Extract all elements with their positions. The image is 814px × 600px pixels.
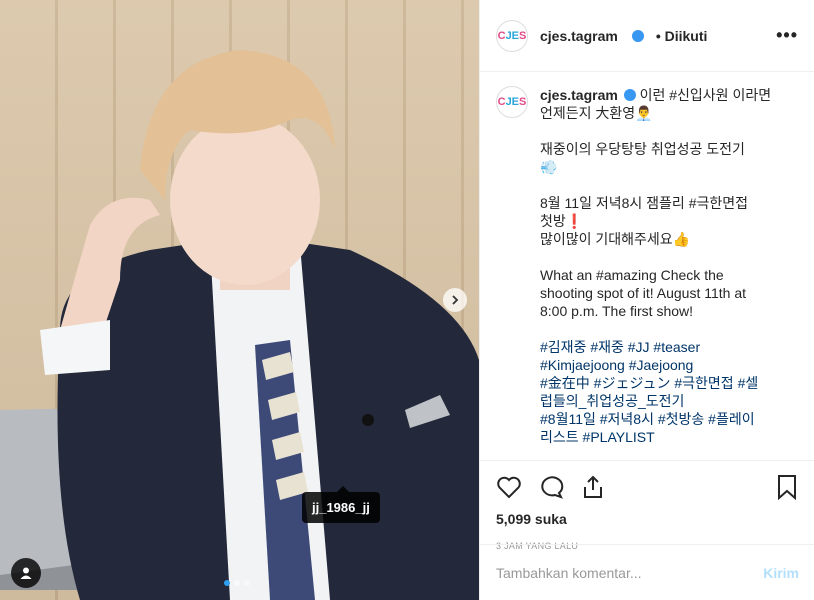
bookmark-icon[interactable] xyxy=(776,474,798,500)
post-photo[interactable]: jj_1986_jj xyxy=(0,0,479,600)
comment-icon[interactable] xyxy=(538,475,564,499)
hashtag-line[interactable]: #김재중 #재중 #JJ #teaser xyxy=(540,339,700,355)
more-options-button[interactable]: ••• xyxy=(776,25,798,46)
caption-line: 이런 #신입사원 이라면 xyxy=(639,87,772,103)
caption-avatar[interactable]: C JE S xyxy=(496,86,528,118)
verified-badge-icon xyxy=(631,29,644,42)
heart-icon[interactable] xyxy=(496,475,522,499)
verified-badge-icon xyxy=(623,89,636,101)
caption-line: 8월 11일 저녁8시 잼플리 #극한면접 xyxy=(540,195,749,211)
carousel-dot xyxy=(244,580,250,586)
person-illustration xyxy=(0,50,479,600)
username[interactable]: cjes.tagram xyxy=(540,28,618,44)
likes-count[interactable]: 5,099 suka xyxy=(496,511,798,527)
caption-line: 💨 xyxy=(540,159,558,175)
comment-box: Tambahkan komentar... Kirim xyxy=(480,544,814,600)
chevron-right-icon xyxy=(452,295,459,305)
caption-text: cjes.tagram 이런 #신입사원 이라면 언제든지 大환영👨‍💼 재중이… xyxy=(540,86,775,460)
user-tag[interactable]: jj_1986_jj xyxy=(302,486,380,523)
follow-status: • Diikuti xyxy=(655,27,708,44)
caption-line: 많이많이 기대해주세요👍 xyxy=(540,231,691,247)
caption-line: 8:00 p.m. The first show! xyxy=(540,303,694,319)
send-button[interactable]: Kirim xyxy=(763,565,799,581)
hashtag-line[interactable]: #8월11일 #저녁8시 #첫방송 #플레이 xyxy=(540,411,755,427)
hashtag-line[interactable]: 리스트 #PLAYLIST xyxy=(540,429,655,445)
user-icon xyxy=(20,567,32,579)
caption-line: 언제든지 大환영👨‍💼 xyxy=(540,105,653,121)
hashtag-line[interactable]: 럽들의_취업성공_도전기 xyxy=(540,393,684,409)
tagged-users-button[interactable] xyxy=(11,558,41,588)
hashtag-line[interactable]: #Kimjaejoong #Jaejoong xyxy=(540,357,693,373)
caption-username[interactable]: cjes.tagram xyxy=(540,87,618,103)
caption-section: C JE S cjes.tagram 이런 #신입사원 이라면 언제든지 大환영👨‍… xyxy=(480,72,814,460)
carousel-dots xyxy=(224,580,250,586)
post-header: C JE S cjes.tagram • Diikuti ••• xyxy=(480,0,814,72)
caption-line: What an #amazing Check the xyxy=(540,267,724,283)
share-icon[interactable] xyxy=(580,475,606,499)
carousel-dot xyxy=(234,580,240,586)
carousel-dot-active xyxy=(224,580,230,586)
comment-input[interactable]: Tambahkan komentar... xyxy=(496,565,642,581)
next-image-button[interactable] xyxy=(443,288,467,312)
avatar[interactable]: C JE S xyxy=(496,19,528,52)
post-sidebar: C JE S cjes.tagram • Diikuti ••• C JE S cjes… xyxy=(479,0,814,600)
hashtag-line[interactable]: #金在中 #ジェジュン #극한면접 #셀 xyxy=(540,375,758,391)
action-icons xyxy=(496,473,798,501)
caption-line: 재중이의 우당탕탕 취업성공 도전기 xyxy=(540,141,745,157)
caption-line: 첫방❗ xyxy=(540,213,584,229)
caption-line: shooting spot of it! August 11th at xyxy=(540,285,746,301)
